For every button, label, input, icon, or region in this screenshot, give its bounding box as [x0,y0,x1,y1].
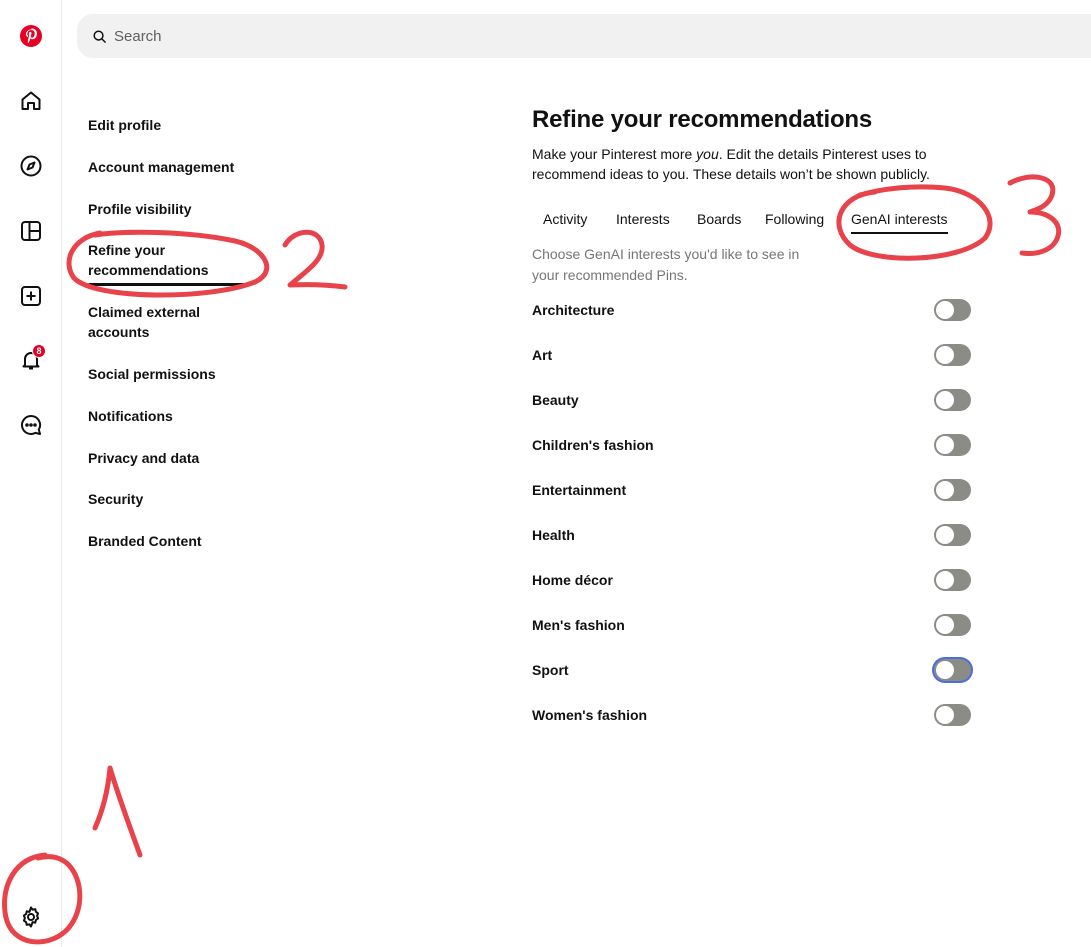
interest-label: Health [532,527,575,543]
toggle-knob [936,346,954,364]
toggle-knob [936,481,954,499]
interest-row: Men's fashion [532,613,972,637]
interest-toggle-womens-fashion[interactable] [934,704,971,726]
interest-row: Children's fashion [532,433,972,457]
page: 8 Edit profile Account management Profil… [0,0,1091,947]
boards-icon[interactable] [15,215,47,247]
description-text-start: Make your Pinterest more [532,146,697,162]
interest-toggle-home-decor[interactable] [934,569,971,591]
page-description: Make your Pinterest more you. Edit the d… [532,144,972,184]
settings-nav-notifications[interactable]: Notifications [88,406,263,426]
settings-nav-profile-visibility[interactable]: Profile visibility [88,199,263,219]
toggle-knob [936,661,954,679]
settings-nav-edit-profile[interactable]: Edit profile [88,115,263,135]
settings-nav-claimed-external-accounts[interactable]: Claimed external accounts [88,302,228,342]
messages-icon[interactable] [15,409,47,441]
toggle-knob [936,391,954,409]
recommendation-tabs: Activity Interests Boards Following GenA… [532,208,972,238]
explore-compass-icon[interactable] [15,150,47,182]
page-title: Refine your recommendations [532,106,873,133]
interest-row: Home décor [532,568,972,592]
interest-toggle-mens-fashion[interactable] [934,614,971,636]
annotation-numeral-one [92,765,143,858]
search-bar[interactable] [77,14,1091,58]
settings-nav-account-management[interactable]: Account management [88,157,263,177]
interest-row: Entertainment [532,478,972,502]
annotation-numeral-two [282,229,348,290]
settings-nav-security[interactable]: Security [88,489,263,509]
toggle-knob [936,526,954,544]
search-input[interactable] [114,27,914,45]
description-emphasis: you [696,146,719,162]
interest-row: Sport [532,658,972,682]
search-icon [93,29,106,43]
interest-toggle-architecture[interactable] [934,299,971,321]
interest-label: Beauty [532,392,579,408]
interest-row: Beauty [532,388,972,412]
interest-label: Men's fashion [532,617,625,633]
toggle-knob [936,571,954,589]
interest-label: Home décor [532,572,613,588]
genai-helper-text: Choose GenAI interests you'd like to see… [532,246,800,283]
tab-genai-interests[interactable]: GenAI interests [851,208,948,234]
interest-row: Health [532,523,972,547]
interest-row: Architecture [532,298,972,322]
toggle-knob [936,706,954,724]
interest-toggle-sport[interactable] [934,659,971,681]
interest-row: Art [532,343,972,367]
interest-toggle-beauty[interactable] [934,389,971,411]
tab-following[interactable]: Following [765,208,824,230]
settings-gear-icon[interactable] [15,901,47,933]
tab-interests[interactable]: Interests [616,208,670,230]
annotation-numeral-three [1007,174,1062,256]
toggle-knob [936,436,954,454]
interest-row: Women's fashion [532,703,972,727]
create-plus-icon[interactable] [15,280,47,312]
interest-toggle-entertainment[interactable] [934,479,971,501]
notifications-badge: 8 [32,344,46,358]
interest-label: Entertainment [532,482,627,498]
interest-toggle-art[interactable] [934,344,971,366]
interest-label: Architecture [532,302,615,318]
pinterest-logo-icon[interactable] [15,20,47,52]
interest-toggle-childrens-fashion[interactable] [934,434,971,456]
tab-activity[interactable]: Activity [543,208,587,230]
left-rail: 8 [0,0,62,947]
settings-nav-privacy-and-data[interactable]: Privacy and data [88,448,263,468]
home-icon[interactable] [15,85,47,117]
interest-label: Sport [532,662,569,678]
interest-toggle-health[interactable] [934,524,971,546]
annotation-overlay [2,174,1062,945]
toggle-knob [936,301,954,319]
tab-boards[interactable]: Boards [697,208,741,230]
settings-nav-branded-content[interactable]: Branded Content [88,531,263,551]
settings-nav-refine-recommendations[interactable]: Refine your recommendations [88,240,250,286]
interest-label: Women's fashion [532,707,648,723]
toggle-knob [936,616,954,634]
settings-nav-social-permissions[interactable]: Social permissions [88,364,263,384]
interest-label: Children's fashion [532,437,654,453]
interest-label: Art [532,347,553,363]
notifications-bell-icon[interactable]: 8 [15,344,47,376]
